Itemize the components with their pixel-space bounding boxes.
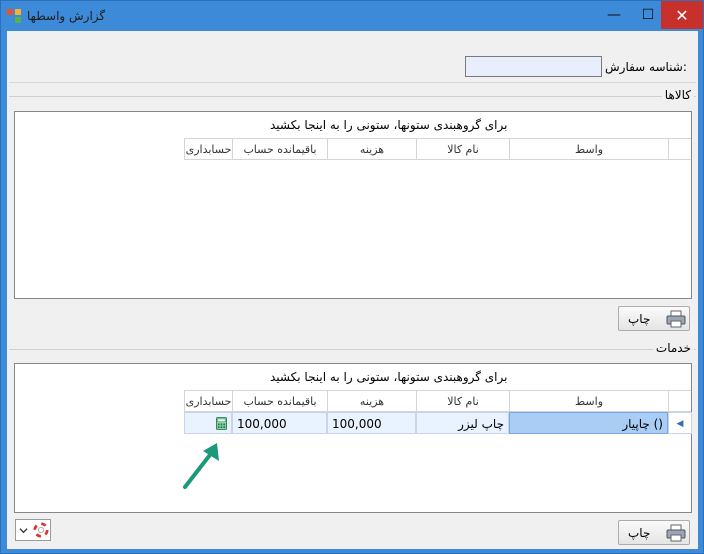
table-row[interactable]: 100,000 100,000 چاپ لیزر چاپیار () ◀ xyxy=(184,412,692,434)
services-group-hint: برای گروهبندی ستونها، ستونی را به اینجا … xyxy=(270,370,508,384)
goods-group-label: کالاها xyxy=(661,88,694,102)
options-dropdown[interactable] xyxy=(15,519,51,541)
order-id-input[interactable] xyxy=(465,56,602,77)
chevron-down-icon[interactable] xyxy=(19,526,28,535)
window-title: گزارش واسطها xyxy=(27,9,106,23)
services-col-vendor[interactable]: واسط xyxy=(509,391,668,412)
report-window: گزارش واسطها — ☐ ✕ شناسه سفارش: کالاها ب… xyxy=(0,0,704,554)
order-id-label: شناسه سفارش: xyxy=(605,60,687,74)
minimize-button[interactable]: — xyxy=(597,1,631,29)
title-bar[interactable]: گزارش واسطها — ☐ ✕ xyxy=(1,1,703,31)
product-cell[interactable]: چاپ لیزر xyxy=(416,412,509,434)
services-print-label: چاپ xyxy=(628,526,651,540)
maximize-button[interactable]: ☐ xyxy=(631,1,665,29)
client-area: شناسه سفارش: کالاها برای گروهبندی ستونها… xyxy=(7,31,698,549)
goods-print-label: چاپ xyxy=(628,312,651,326)
vendor-cell[interactable]: چاپیار () xyxy=(509,412,668,434)
balance-cell[interactable]: 100,000 xyxy=(232,412,327,434)
goods-col-vendor[interactable]: واسط xyxy=(509,139,668,160)
printer-icon xyxy=(666,524,686,542)
close-button[interactable]: ✕ xyxy=(661,1,703,29)
row-selector-icon[interactable]: ◀ xyxy=(668,412,692,434)
annotation-arrow-icon xyxy=(183,443,219,489)
services-row-header-col xyxy=(668,391,692,412)
services-col-cost[interactable]: هزینه xyxy=(327,391,416,412)
services-col-product[interactable]: نام کالا xyxy=(416,391,509,412)
services-group-label: خدمات xyxy=(652,341,694,355)
goods-col-cost[interactable]: هزینه xyxy=(327,139,416,160)
app-icon xyxy=(7,9,21,23)
cost-cell[interactable]: 100,000 xyxy=(327,412,416,434)
goods-print-button[interactable]: چاپ xyxy=(618,306,690,331)
goods-col-product[interactable]: نام کالا xyxy=(416,139,509,160)
services-col-balance[interactable]: باقیمانده حساب xyxy=(232,391,327,412)
goods-grid[interactable]: برای گروهبندی ستونها، ستونی را به اینجا … xyxy=(14,111,692,299)
filter-panel: شناسه سفارش: xyxy=(9,39,696,83)
printer-icon xyxy=(666,310,686,328)
goods-group-hint: برای گروهبندی ستونها، ستونی را به اینجا … xyxy=(270,118,508,132)
goods-col-balance[interactable]: باقیمانده حساب xyxy=(232,139,327,160)
help-lifebuoy-icon[interactable] xyxy=(33,522,49,538)
services-group: خدمات برای گروهبندی ستونها، ستونی را به … xyxy=(9,341,696,545)
services-print-button[interactable]: چاپ xyxy=(618,520,690,545)
services-grid[interactable]: برای گروهبندی ستونها، ستونی را به اینجا … xyxy=(14,363,692,513)
goods-col-accounting[interactable]: حسابداری xyxy=(184,139,232,160)
services-grid-header: حسابداری باقیمانده حساب هزینه نام کالا و… xyxy=(184,390,691,412)
goods-row-header-col xyxy=(668,139,692,160)
calculator-icon[interactable] xyxy=(216,417,227,430)
services-col-accounting[interactable]: حسابداری xyxy=(184,391,232,412)
goods-grid-header: حسابداری باقیمانده حساب هزینه نام کالا و… xyxy=(184,138,691,160)
accounting-cell[interactable] xyxy=(184,412,232,434)
goods-group: کالاها برای گروهبندی ستونها، ستونی را به… xyxy=(9,88,696,331)
